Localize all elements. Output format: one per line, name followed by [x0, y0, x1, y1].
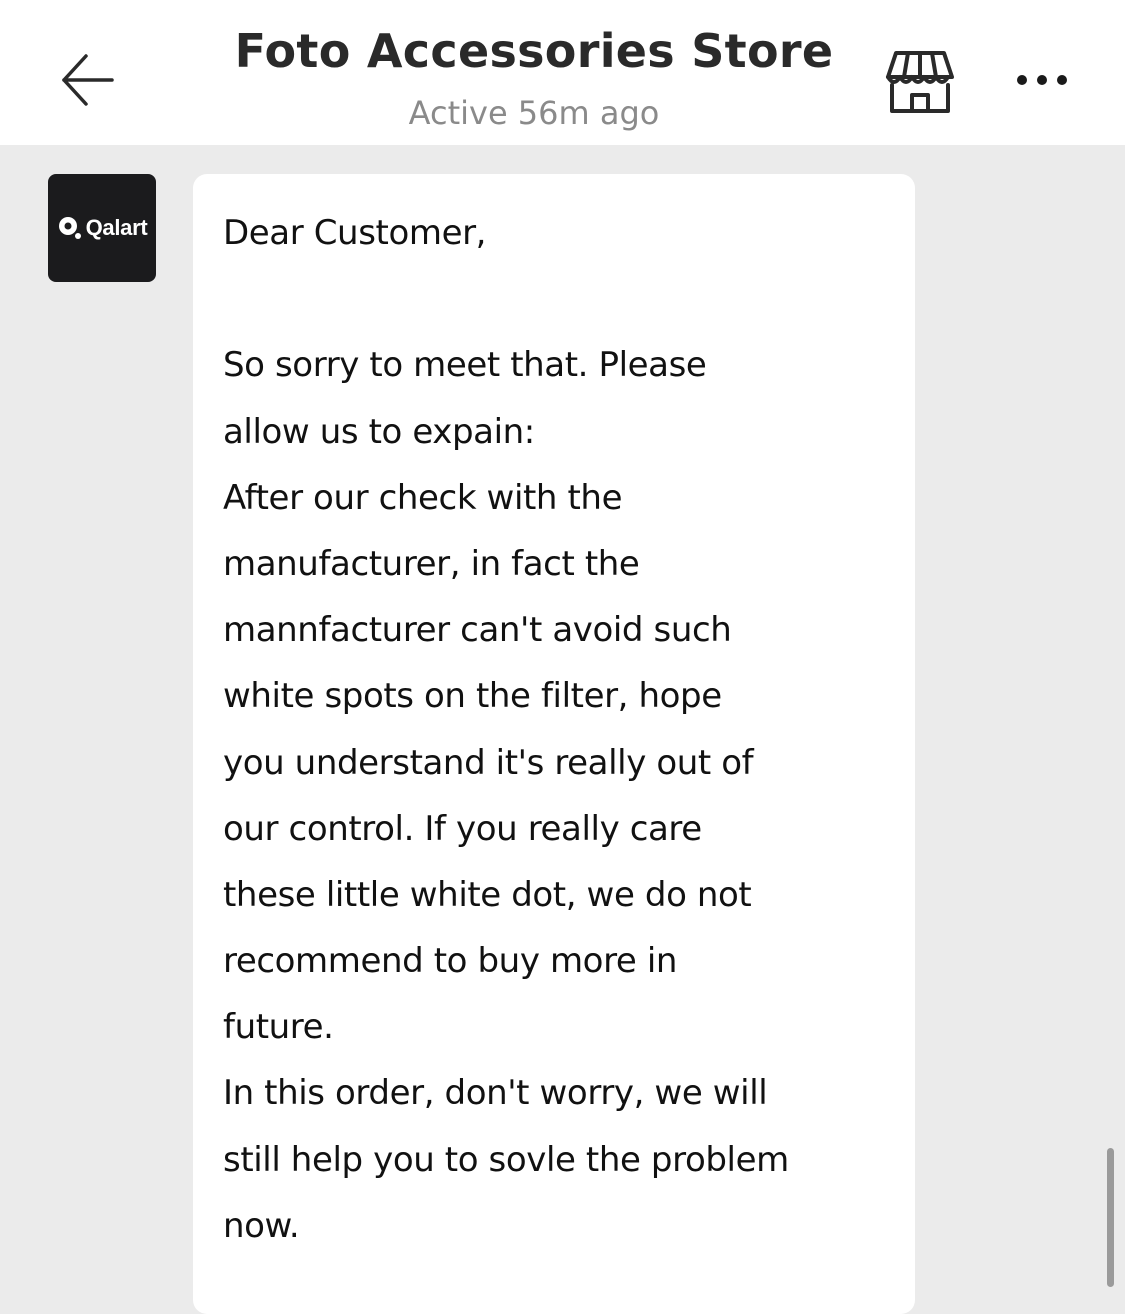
message-line: now. — [223, 1205, 300, 1246]
avatar-label: Qalart — [85, 215, 148, 240]
message-line: manufacturer, in fact the — [223, 543, 640, 584]
message-bubble: Dear Customer, So sorry to meet that. Pl… — [193, 174, 915, 1314]
message-line: Dear Customer, — [223, 213, 487, 253]
qalart-logo: Qalart — [57, 215, 148, 241]
message-line: future. — [223, 1007, 334, 1048]
message-line: recommend to buy more in — [223, 941, 678, 982]
message-line: In this order, don't worry, we will — [223, 1073, 768, 1114]
message-line: these little white dot, we do not — [223, 874, 752, 915]
qalart-logo-icon — [58, 217, 81, 239]
message-line: white spots on the filter, hope — [223, 676, 722, 717]
seller-avatar[interactable]: Qalart — [48, 174, 156, 282]
store-button[interactable] — [878, 42, 962, 122]
chat-header: Foto Accessories Store Active 56m ago — [0, 0, 1125, 145]
message-line: mannfacturer can't avoid such — [223, 610, 732, 651]
message-line: So sorry to meet that. Please — [223, 345, 707, 386]
message-text: Dear Customer, So sorry to meet that. Pl… — [223, 200, 895, 1259]
message-line: allow us to expain: — [223, 411, 535, 452]
message-line: our control. If you really care — [223, 808, 702, 849]
storefront-icon — [886, 51, 954, 113]
more-dots-icon — [1017, 75, 1067, 85]
message-line: After our check with the — [223, 477, 623, 518]
scrollbar[interactable] — [1107, 1148, 1114, 1287]
message-line: you understand it's really out of — [223, 742, 754, 783]
message-line: still help you to sovle the problem — [223, 1139, 789, 1180]
message-line — [223, 266, 895, 332]
more-options-button[interactable] — [1004, 52, 1080, 108]
